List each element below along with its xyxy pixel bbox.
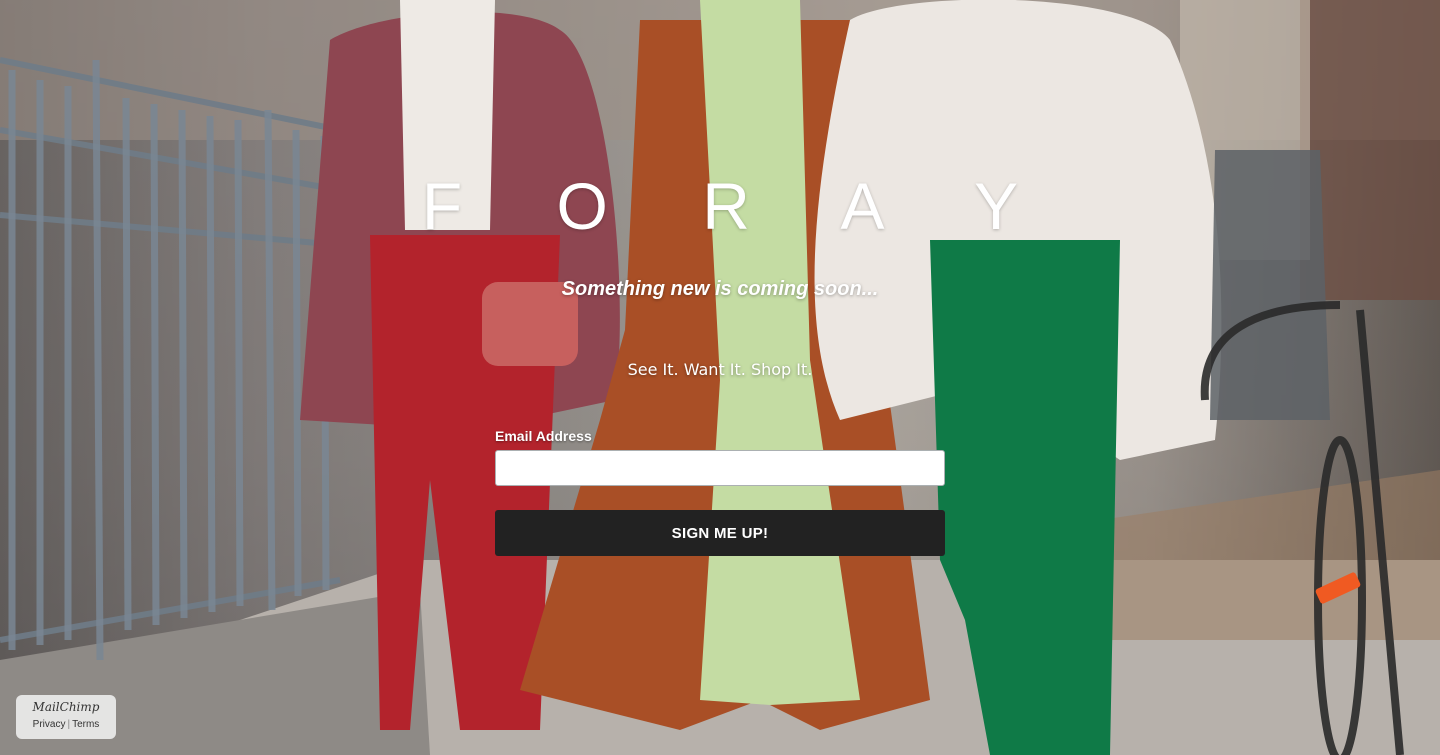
mailchimp-links: Privacy | Terms xyxy=(16,717,116,733)
mailchimp-badge: MailChimp Privacy | Terms xyxy=(16,695,116,739)
mailchimp-logo[interactable]: MailChimp xyxy=(16,699,116,715)
privacy-link[interactable]: Privacy xyxy=(33,719,66,730)
email-field[interactable] xyxy=(495,450,945,486)
landing-page: F O R A Y Something new is coming soon..… xyxy=(0,0,1440,755)
terms-link[interactable]: Terms xyxy=(72,719,99,730)
signup-form: Email Address SIGN ME UP! xyxy=(495,428,945,556)
sign-up-button[interactable]: SIGN ME UP! xyxy=(495,510,945,556)
brand-logo: F O R A Y xyxy=(421,169,1057,243)
tagline: Something new is coming soon... xyxy=(561,278,879,300)
email-label: Email Address xyxy=(495,428,592,444)
motto: See It. Want It. Shop It. xyxy=(627,360,813,379)
